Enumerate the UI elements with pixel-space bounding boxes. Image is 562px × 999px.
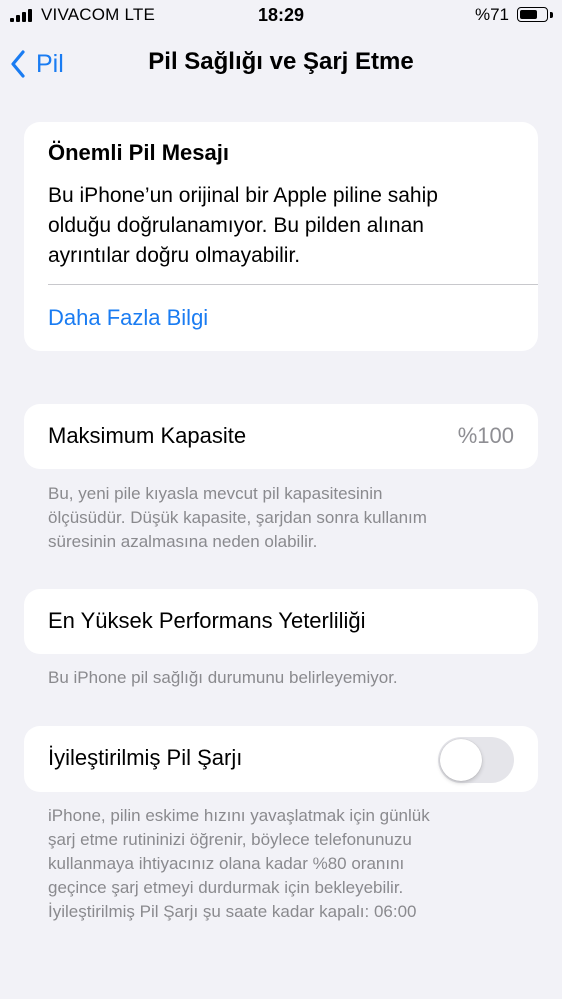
page-title: Pil Sağlığı ve Şarj Etme — [148, 48, 414, 75]
footnote-line: İyileştirilmiş Pil Şarjı şu saate kadar … — [48, 902, 417, 921]
optimized-charging-footnote: iPhone, pilin eskime hızını yavaşlatmak … — [48, 804, 518, 924]
footnote-line: Bu, yeni pile kıyasla mevcut pil kapasit… — [48, 484, 383, 503]
footnote-line: kullanmaya ihtiyacınız olana kadar %80 o… — [48, 854, 405, 873]
important-message-line: Bu iPhone’un orijinal bir Apple piline s… — [48, 184, 438, 207]
more-info-link[interactable]: Daha Fazla Bilgi — [48, 305, 208, 331]
optimized-charging-row: İyileştirilmiş Pil Şarjı — [24, 726, 538, 792]
peak-performance-label: En Yüksek Performans Yeterliliği — [48, 608, 366, 633]
important-message-body: Bu iPhone’un orijinal bir Apple piline s… — [48, 181, 518, 271]
toggle-knob — [440, 739, 482, 781]
battery-percentage: %71 — [474, 5, 509, 24]
max-capacity-label: Maksimum Kapasite — [48, 423, 247, 448]
footnote-line: ölçüsüdür. Düşük kapasite, şarjdan sonra… — [48, 508, 427, 527]
max-capacity-value: %100 — [457, 423, 514, 448]
battery-fill — [520, 10, 537, 19]
important-message-line: ayrıntılar doğru olmayabilir. — [48, 244, 301, 267]
divider — [48, 284, 538, 285]
footnote-line: Bu iPhone pil sağlığı durumunu belirleye… — [48, 668, 398, 687]
footnote-line: geçince şarj etmeyi durdurmak için bekle… — [48, 878, 404, 897]
optimized-charging-label: İyileştirilmiş Pil Şarjı — [48, 745, 243, 770]
max-capacity-footnote: Bu, yeni pile kıyasla mevcut pil kapasit… — [48, 482, 518, 554]
footnote-line: süresinin azalmasına neden olabilir. — [48, 532, 318, 551]
footnote-line: şarj etme rutininizi öğrenir, böylece te… — [48, 830, 412, 849]
important-message-card: Önemli Pil Mesajı Bu iPhone’un orijinal … — [24, 122, 538, 351]
battery-icon — [517, 7, 548, 22]
max-capacity-row: Maksimum Kapasite %100 — [24, 404, 538, 469]
footnote-line: iPhone, pilin eskime hızını yavaşlatmak … — [48, 806, 430, 825]
important-message-title: Önemli Pil Mesajı — [48, 140, 229, 165]
battery-health-screen: VIVACOM LTE 18:29 %71 Pil Pil Sağlığı ve… — [0, 0, 562, 999]
status-bar: VIVACOM LTE 18:29 %71 — [0, 0, 562, 32]
important-message-line: olduğu doğrulanamıyor. Bu pilden alınan — [48, 214, 424, 237]
peak-performance-row: En Yüksek Performans Yeterliliği — [24, 589, 538, 654]
optimized-charging-toggle[interactable] — [438, 737, 514, 783]
battery-cap — [550, 12, 553, 18]
peak-performance-footnote: Bu iPhone pil sağlığı durumunu belirleye… — [48, 666, 518, 690]
